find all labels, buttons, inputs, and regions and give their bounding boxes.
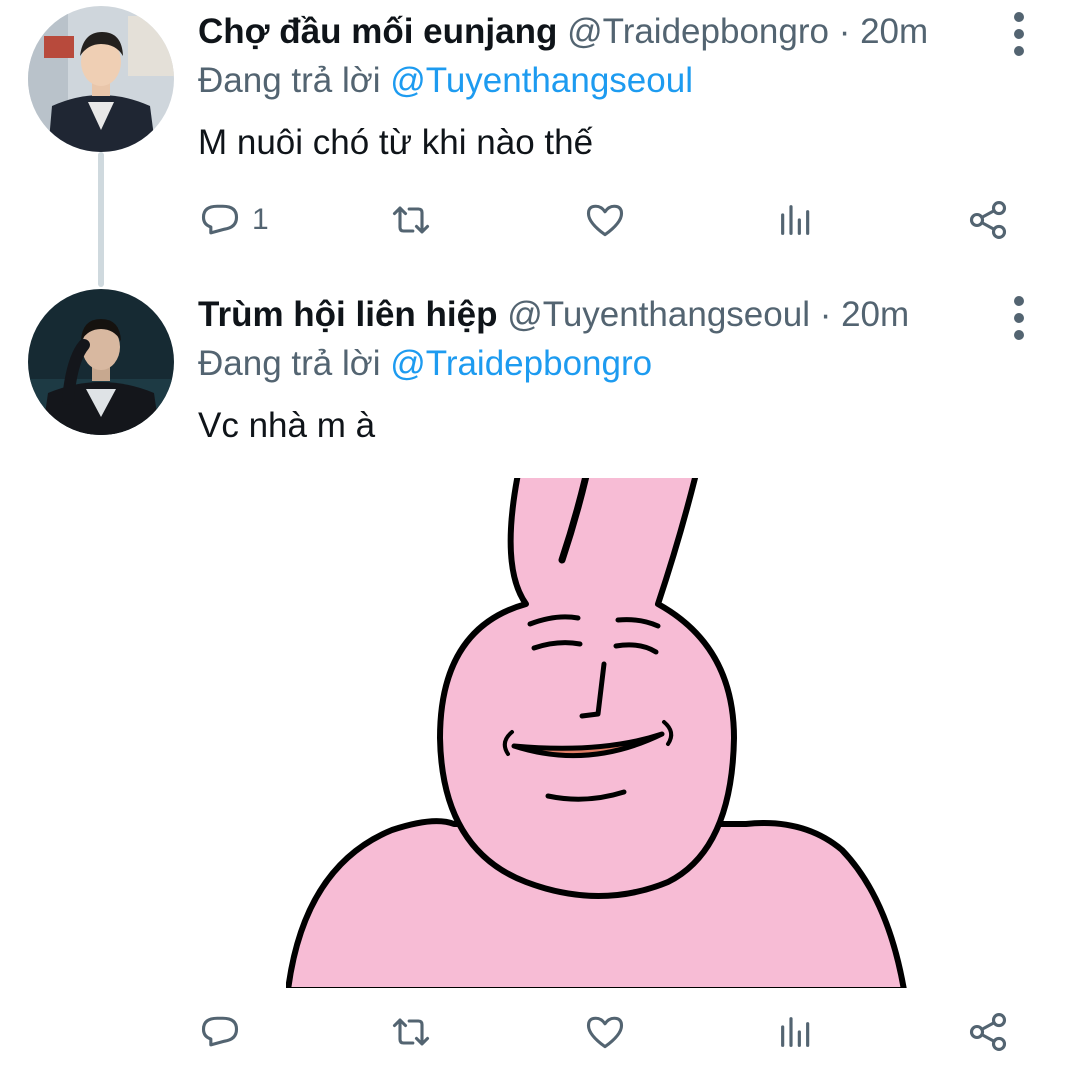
display-name[interactable]: Chợ đầu mối eunjang	[198, 12, 557, 51]
share-icon	[969, 1013, 1007, 1051]
tweet-actions	[198, 1007, 1018, 1057]
tweet-text: M nuôi chó từ khi nào thế	[198, 123, 594, 162]
share-button[interactable]	[966, 195, 1010, 245]
views-button[interactable]	[776, 195, 816, 245]
timestamp[interactable]: 20m	[841, 295, 909, 334]
replying-to-mention[interactable]: @Traidepbongro	[390, 344, 652, 383]
display-name[interactable]: Trùm hội liên hiệp	[198, 295, 497, 334]
tweet-media-sticker[interactable]	[286, 478, 908, 988]
separator-dot: ·	[819, 295, 832, 334]
retweet-icon	[392, 1018, 430, 1046]
avatar-photo	[28, 6, 174, 152]
replying-to: Đang trả lời @Tuyenthangseoul	[198, 61, 693, 101]
user-handle[interactable]: @Traidepbongro	[567, 12, 829, 51]
analytics-icon	[781, 205, 810, 235]
pink-bunny-sticker	[286, 478, 907, 988]
tweet-text: Vc nhà m à	[198, 406, 376, 445]
tweet-actions: 1	[198, 195, 1018, 245]
analytics-icon	[781, 1017, 810, 1047]
reply-button[interactable]: 1	[198, 195, 269, 245]
like-button[interactable]	[582, 195, 628, 245]
replying-to-label: Đang trả lời	[198, 61, 381, 100]
timestamp[interactable]: 20m	[860, 12, 928, 51]
avatar-chodaumoi[interactable]	[28, 6, 174, 152]
like-button[interactable]	[582, 1007, 628, 1057]
share-icon	[969, 201, 1007, 239]
more-vertical-icon[interactable]	[1004, 296, 1038, 340]
reply-icon	[201, 1016, 239, 1047]
user-handle[interactable]: @Tuyenthangseoul	[507, 295, 810, 334]
avatar-photo	[28, 289, 174, 435]
thread-connector-line	[98, 152, 104, 287]
views-button[interactable]	[776, 1007, 816, 1057]
heart-icon	[586, 1016, 624, 1049]
retweet-icon	[392, 206, 430, 234]
replying-to-mention[interactable]: @Tuyenthangseoul	[390, 61, 693, 100]
heart-icon	[586, 204, 624, 237]
retweet-button[interactable]	[386, 195, 436, 245]
reply-button[interactable]	[198, 1007, 252, 1057]
retweet-button[interactable]	[386, 1007, 436, 1057]
tweet-header: Trùm hội liên hiệp @Tuyenthangseoul · 20…	[198, 295, 909, 335]
reply-icon	[201, 204, 239, 235]
avatar-trumhoi[interactable]	[28, 289, 174, 435]
share-button[interactable]	[966, 1007, 1010, 1057]
replying-to-label: Đang trả lời	[198, 344, 381, 383]
more-vertical-icon[interactable]	[1004, 12, 1038, 56]
separator-dot: ·	[838, 12, 851, 51]
reply-count: 1	[252, 203, 269, 236]
replying-to: Đang trả lời @Traidepbongro	[198, 344, 652, 384]
tweet-header: Chợ đầu mối eunjang @Traidepbongro · 20m	[198, 12, 928, 52]
